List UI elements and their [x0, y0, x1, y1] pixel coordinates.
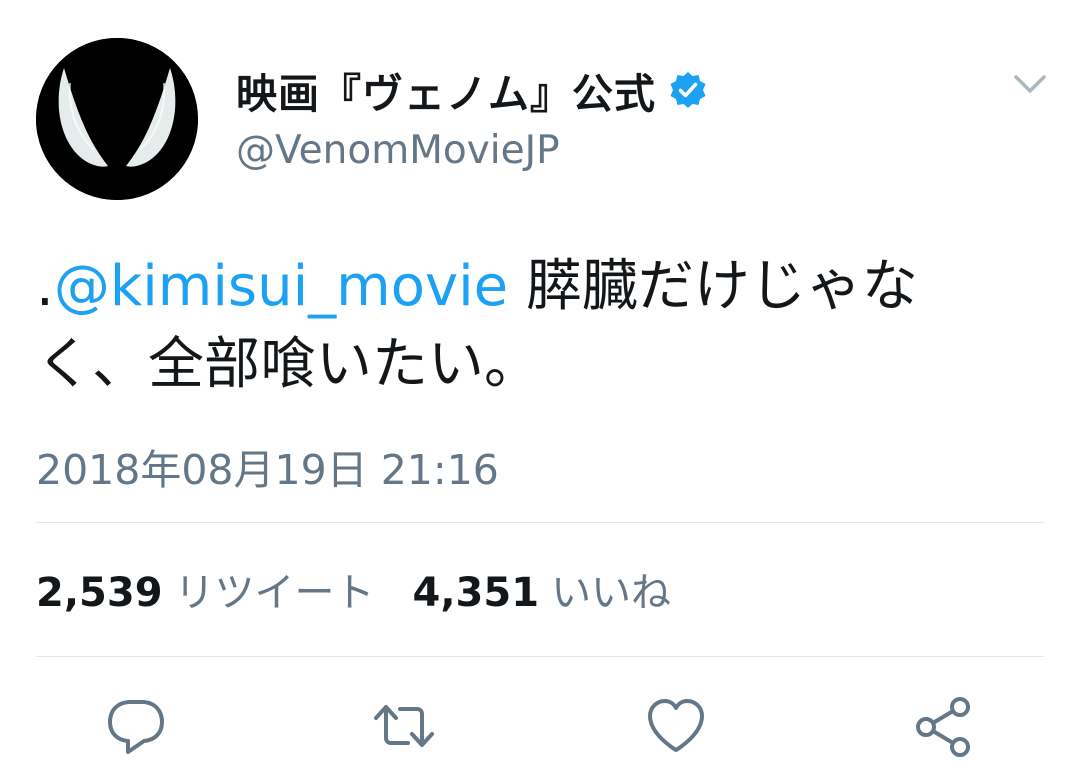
retweet-icon — [374, 705, 434, 747]
tweet-text: .@kimisui_movie 膵臓だけじゃな く、全部喰いたい。 — [36, 248, 1046, 404]
author-handle[interactable]: @VenomMovieJP — [236, 128, 560, 173]
chevron-down-icon[interactable] — [1012, 70, 1048, 98]
retweet-count: 2,539 — [36, 570, 163, 616]
verified-badge-icon — [668, 70, 708, 110]
like-count: 4,351 — [412, 570, 540, 616]
like-button[interactable] — [644, 694, 708, 758]
avatar[interactable] — [36, 38, 198, 200]
reply-icon — [108, 700, 164, 754]
timestamp[interactable]: 2018年08月19日 21:16 — [36, 436, 499, 496]
reply-button[interactable] — [104, 694, 168, 758]
divider — [36, 656, 1044, 657]
like-stat[interactable]: 4,351 いいね — [413, 560, 672, 618]
tweet-card: 映画『ヴェノム』公式 @VenomMovieJP .@kimisui_movie… — [0, 0, 1080, 774]
action-bar — [0, 694, 1080, 764]
venom-eyes-icon — [36, 38, 198, 200]
heart-icon — [648, 699, 704, 752]
tweet-text-body: 膵臓だけじゃな — [508, 254, 918, 319]
tweet-stats: 2,539 リツイート 4,351 いいね — [36, 560, 671, 618]
tweet-prefix: . — [36, 254, 54, 319]
author-name-row: 映画『ヴェノム』公式 — [236, 62, 708, 118]
retweet-button[interactable] — [372, 694, 436, 758]
divider — [36, 522, 1044, 523]
like-label: いいね — [551, 570, 672, 616]
mention-link[interactable]: @kimisui_movie — [54, 254, 508, 319]
retweet-label: リツイート — [174, 570, 375, 616]
share-icon — [916, 697, 970, 757]
display-name[interactable]: 映画『ヴェノム』公式 — [236, 60, 656, 120]
share-button[interactable] — [912, 694, 976, 758]
tweet-text-line-2: く、全部喰いたい。 — [36, 332, 540, 397]
retweet-stat[interactable]: 2,539 リツイート — [36, 560, 375, 618]
tweet-text-line-1: .@kimisui_movie 膵臓だけじゃな — [36, 248, 1046, 326]
